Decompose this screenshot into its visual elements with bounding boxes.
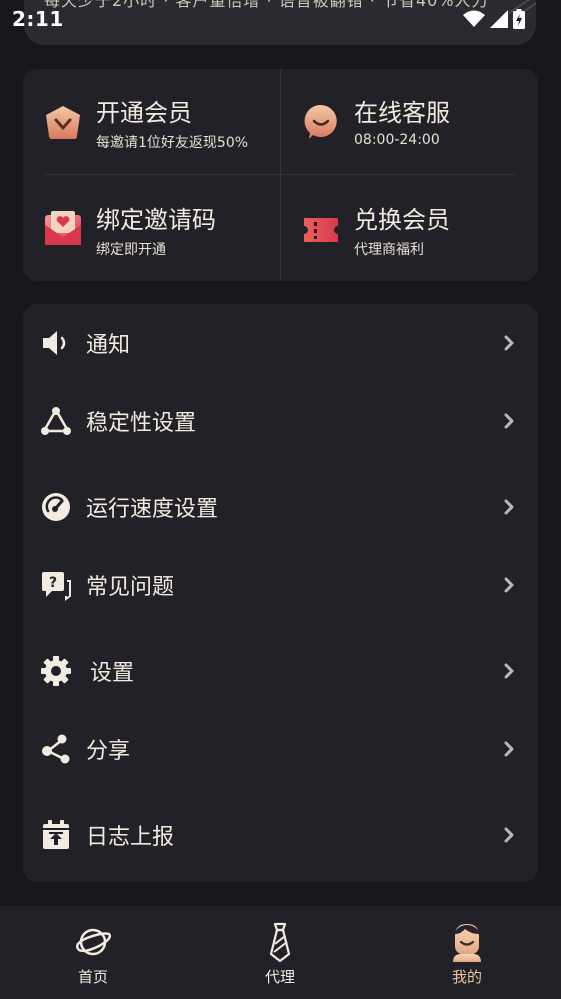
menu-item-label: 稳定性设置 (86, 411, 197, 436)
quick-action-subtitle: 08:00-24:00 (354, 132, 440, 148)
menu-item-log-report[interactable]: 日志上报 (23, 805, 538, 865)
customer-service-icon (304, 104, 337, 139)
tab-mine[interactable]: 我的 (407, 906, 527, 999)
log-upload-icon (43, 820, 69, 849)
notice-banner[interactable]: 每天少于2小时 · 客户量倍增 · 语音被翻错 · 节省40%人力 (24, 0, 536, 45)
menu-item-faq[interactable]: ? 常见问题 (23, 555, 538, 615)
vip-basket-icon (46, 106, 80, 139)
open-membership-item[interactable]: 开通会员 每邀请1位好友返现50% (23, 69, 273, 169)
banner-text: 每天少于2小时 · 客户量倍增 · 语音被翻错 · 节省40%人力 (44, 0, 489, 10)
chevron-right-icon (504, 827, 514, 843)
status-time: 2:11 (12, 7, 64, 31)
menu-item-share[interactable]: 分享 (23, 719, 538, 779)
planet-icon (76, 928, 112, 956)
tab-agent[interactable]: 代理 (220, 906, 340, 999)
quick-action-subtitle: 绑定即开通 (96, 242, 166, 258)
menu-item-label: 设置 (90, 661, 135, 686)
tab-label: 我的 (451, 968, 482, 986)
ticket-icon (304, 218, 338, 242)
menu-item-settings[interactable]: 设置 (23, 641, 538, 701)
quick-action-subtitle: 代理商福利 (354, 242, 424, 258)
share-icon (42, 734, 70, 764)
online-service-item[interactable]: 在线客服 08:00-24:00 (281, 69, 531, 169)
menu-item-stability[interactable]: 稳定性设置 (23, 391, 538, 451)
chevron-right-icon (504, 335, 514, 351)
quick-action-subtitle: 每邀请1位好友返现50% (96, 135, 249, 151)
triangle-nodes-icon (41, 407, 71, 435)
tab-label: 首页 (77, 968, 108, 986)
menu-item-notification[interactable]: 通知 (23, 313, 538, 373)
profile-face-icon (453, 924, 481, 962)
chevron-right-icon (504, 741, 514, 757)
horizontal-divider (45, 174, 515, 175)
bind-invite-code-item[interactable]: 绑定邀请码 绑定即开通 (23, 176, 273, 276)
speedometer-icon (42, 493, 70, 521)
menu-item-label: 通知 (86, 333, 131, 358)
svg-text:?: ? (49, 575, 57, 591)
quick-action-title: 开通会员 (96, 99, 192, 127)
chevron-right-icon (504, 663, 514, 679)
speaker-icon (43, 331, 66, 355)
settings-menu-card: 通知 稳定性设置 运行速度设置 ? 常见问题 设置 分享 日志上报 (23, 304, 538, 882)
menu-item-speed[interactable]: 运行速度设置 (23, 477, 538, 537)
menu-item-label: 运行速度设置 (86, 497, 219, 522)
signal-icon (490, 10, 508, 28)
tie-icon (269, 922, 291, 962)
question-chat-icon: ? (42, 572, 71, 601)
quick-actions-card: 开通会员 每邀请1位好友返现50% 在线客服 08:00-24:00 绑定邀请码… (23, 69, 538, 281)
profile-screen: 每天少于2小时 · 客户量倍增 · 语音被翻错 · 节省40%人力 2:11 开… (0, 0, 561, 999)
quick-action-title: 绑定邀请码 (96, 206, 216, 234)
redeem-membership-item[interactable]: 兑换会员 代理商福利 (281, 176, 531, 276)
menu-item-label: 常见问题 (86, 575, 175, 600)
quick-action-title: 兑换会员 (354, 206, 450, 234)
chevron-right-icon (504, 413, 514, 429)
tab-home[interactable]: 首页 (33, 906, 153, 999)
menu-item-label: 分享 (86, 739, 131, 764)
tab-label: 代理 (264, 968, 295, 986)
wifi-icon (463, 10, 485, 27)
quick-action-title: 在线客服 (354, 99, 450, 127)
bottom-navigation: 首页 代理 我的 (0, 906, 561, 999)
status-icons (463, 8, 525, 30)
chevron-right-icon (504, 577, 514, 593)
chevron-right-icon (504, 499, 514, 515)
battery-charging-icon (513, 9, 525, 29)
menu-item-label: 日志上报 (86, 825, 175, 850)
gear-icon (41, 656, 71, 686)
invite-envelope-icon (45, 211, 81, 245)
